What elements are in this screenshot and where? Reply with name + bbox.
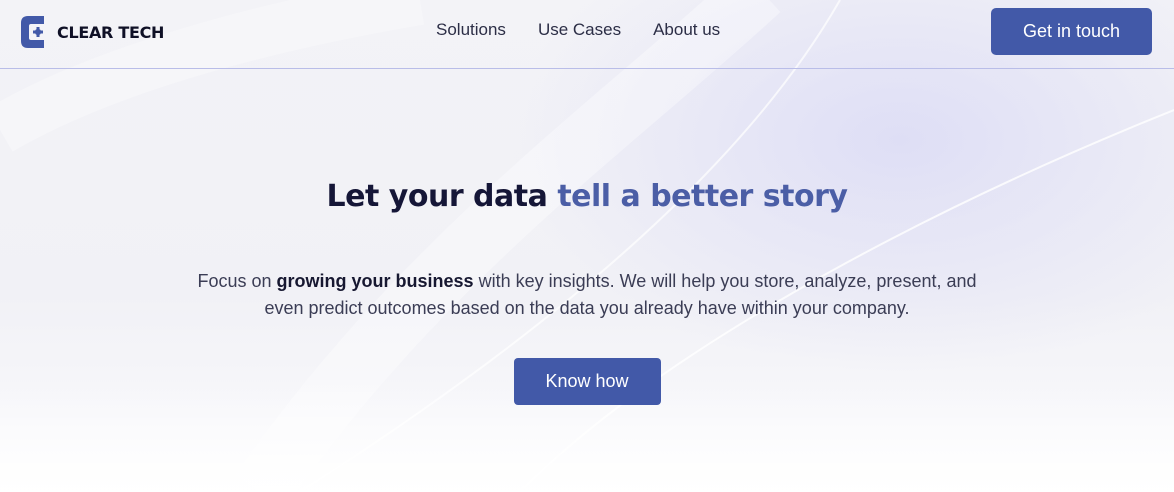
nav-item-use-cases[interactable]: Use Cases [538,20,621,40]
nav-item-solutions[interactable]: Solutions [436,20,506,40]
hero-title-main: Let your data [326,179,558,214]
brand-name: CLEAR TECH [57,22,165,42]
nav-item-about-us[interactable]: About us [653,20,720,40]
hero-title: Let your data tell a better story [0,179,1174,214]
hero-section: Let your data tell a better story Focus … [0,69,1174,405]
hero-text-bold: growing your business [276,271,474,291]
know-how-button[interactable]: Know how [513,358,661,405]
hero-description: Focus on growing your business with key … [187,268,987,322]
hero-text-start: Focus on [197,271,277,291]
hero-title-accent: tell a better story [557,179,848,214]
brand[interactable]: CLEAR TECH [18,12,164,52]
get-in-touch-button[interactable]: Get in touch [991,8,1152,55]
clear-tech-logo-icon [21,16,44,48]
top-navbar: CLEAR TECH Solutions Use Cases About us … [0,0,1174,69]
main-nav: Solutions Use Cases About us [436,20,720,40]
